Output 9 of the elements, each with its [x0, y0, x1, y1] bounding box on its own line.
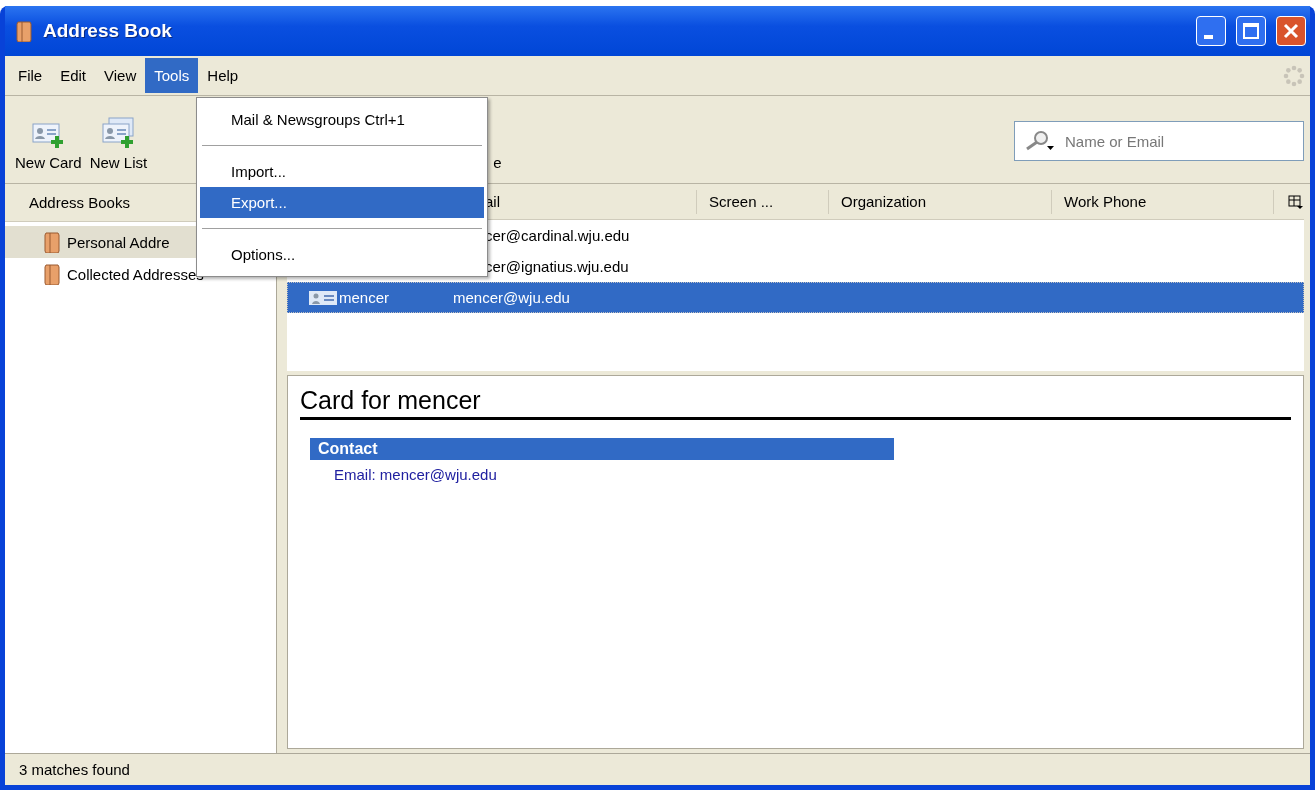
window-title: Address Book — [43, 20, 173, 42]
card-title: Card for mencer — [300, 386, 1291, 420]
section-header: Contact — [310, 438, 894, 460]
contact-email: mencer@wju.edu — [453, 289, 570, 306]
contact-name: mencer — [339, 289, 390, 306]
contact-email: cer@cardinal.wju.edu — [485, 227, 630, 244]
contact-email: cer@ignatius.wju.edu — [485, 258, 629, 275]
status-bar: 3 matches found — [5, 753, 1310, 785]
card-detail: Email: mencer@wju.edu — [334, 466, 498, 483]
